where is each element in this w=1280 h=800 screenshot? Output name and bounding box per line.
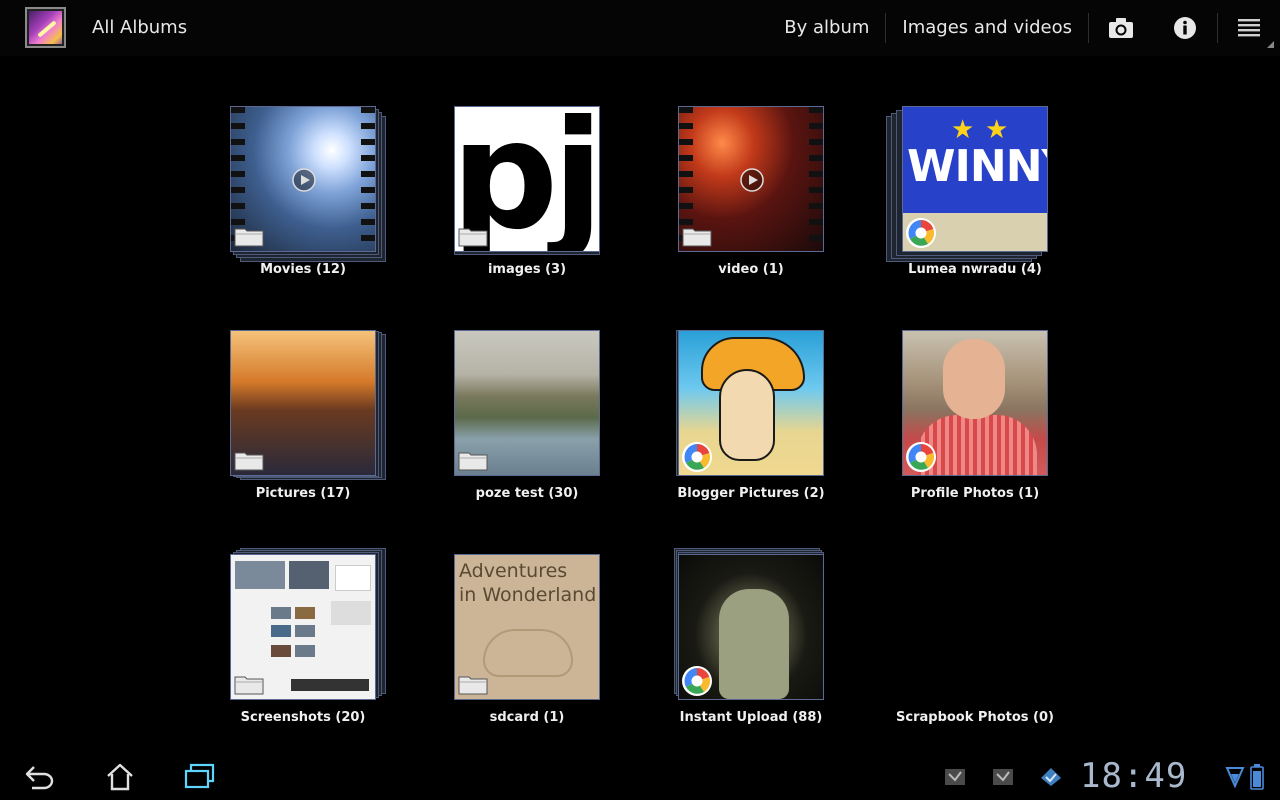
camera-button[interactable] xyxy=(1089,0,1153,56)
album-label: Lumea nwradu (4) xyxy=(908,262,1042,277)
album-thumbnail xyxy=(902,330,1048,476)
album-stack xyxy=(230,106,386,262)
download-tray-icon xyxy=(945,769,965,785)
picasa-icon xyxy=(906,218,936,248)
action-bar: All Albums By album Images and videos xyxy=(0,0,1280,56)
album-thumbnail xyxy=(678,330,824,476)
album-profile-photos[interactable]: Profile Photos (1) xyxy=(872,330,1072,520)
back-button[interactable] xyxy=(10,756,70,798)
album-label: Blogger Pictures (2) xyxy=(677,486,825,501)
album-sdcard[interactable]: Adventures in Wonderland sdcard (1) xyxy=(424,554,624,744)
folder-icon xyxy=(458,228,488,247)
gallery-icon[interactable] xyxy=(25,7,66,48)
album-label: Pictures (17) xyxy=(255,486,351,501)
album-scrapbook-photos[interactable]: Scrapbook Photos (0) xyxy=(872,554,1072,744)
album-stack xyxy=(454,330,604,480)
sync-status[interactable] xyxy=(1036,762,1066,792)
sync-icon xyxy=(1041,768,1061,786)
album-label: images (3) xyxy=(487,262,567,277)
album-thumbnail xyxy=(678,554,824,700)
album-lumea-nwradu[interactable]: ★ ★ WINNY Lumea nwradu (4) xyxy=(872,106,1072,296)
album-images[interactable]: pj images (3) xyxy=(424,106,624,296)
status-clock[interactable]: 18:49 xyxy=(1080,756,1187,796)
folder-icon xyxy=(458,676,488,695)
info-button[interactable] xyxy=(1153,0,1217,56)
album-stack: pj xyxy=(454,106,604,256)
menu-icon xyxy=(1238,19,1260,37)
album-label: Movies (12) xyxy=(260,262,346,277)
camera-icon xyxy=(1109,18,1133,38)
album-instant-upload[interactable]: Instant Upload (88) xyxy=(648,548,848,744)
action-bar-actions: By album Images and videos xyxy=(768,0,1280,56)
album-thumbnail xyxy=(678,106,824,252)
overflow-menu-button[interactable] xyxy=(1218,0,1280,56)
menu-corner-indicator xyxy=(1267,41,1274,48)
battery-status[interactable] xyxy=(1242,762,1272,792)
album-screenshots[interactable]: Screenshots (20) xyxy=(200,548,400,744)
home-button[interactable] xyxy=(90,756,150,798)
folder-icon xyxy=(234,676,264,695)
play-icon xyxy=(292,168,316,192)
by-album-button[interactable]: By album xyxy=(768,14,885,42)
album-thumbnail: pj xyxy=(454,106,600,252)
album-thumbnail: Adventures in Wonderland xyxy=(454,554,600,700)
battery-icon xyxy=(1250,764,1264,790)
album-thumbnail xyxy=(230,554,376,700)
album-stack xyxy=(230,330,386,480)
album-stack xyxy=(230,548,386,704)
home-icon xyxy=(107,763,133,791)
recent-apps-button[interactable] xyxy=(170,756,230,798)
album-blogger-pictures[interactable]: Blogger Pictures (2) xyxy=(648,330,848,520)
album-stack: Adventures in Wonderland xyxy=(454,554,604,704)
album-thumbnail xyxy=(454,330,600,476)
album-stack xyxy=(902,330,1052,480)
album-label: Profile Photos (1) xyxy=(910,486,1040,501)
media-filter-button[interactable]: Images and videos xyxy=(886,14,1088,42)
back-icon xyxy=(25,766,54,790)
folder-icon xyxy=(458,452,488,471)
info-icon xyxy=(1174,17,1196,39)
album-stack xyxy=(678,106,828,256)
page-title: All Albums xyxy=(92,17,188,38)
play-icon xyxy=(740,168,764,192)
album-label: video (1) xyxy=(718,262,784,277)
album-label: Instant Upload (88) xyxy=(679,710,823,725)
album-label: poze test (30) xyxy=(475,486,579,501)
album-stack xyxy=(676,330,828,480)
album-thumbnail xyxy=(230,106,376,252)
album-thumbnail: ★ ★ WINNY xyxy=(902,106,1048,252)
album-video[interactable]: video (1) xyxy=(648,106,848,296)
recent-apps-icon xyxy=(184,763,215,789)
album-label: Scrapbook Photos (0) xyxy=(896,710,1054,725)
album-poze-test[interactable]: poze test (30) xyxy=(424,330,624,520)
picasa-icon xyxy=(906,442,936,472)
download-tray-icon xyxy=(993,769,1013,785)
picasa-icon xyxy=(682,666,712,696)
album-label: sdcard (1) xyxy=(489,710,565,725)
folder-icon xyxy=(234,228,264,247)
album-pictures[interactable]: Pictures (17) xyxy=(200,330,400,520)
notification-icon[interactable] xyxy=(988,762,1018,792)
system-bar: 18:49 xyxy=(0,752,1280,800)
folder-icon xyxy=(682,228,712,247)
album-stack: ★ ★ WINNY xyxy=(886,106,1052,262)
album-stack xyxy=(674,548,828,704)
album-label: Screenshots (20) xyxy=(240,710,366,725)
album-movies[interactable]: Movies (12) xyxy=(200,106,400,296)
folder-icon xyxy=(234,452,264,471)
album-thumbnail xyxy=(230,330,376,476)
picasa-icon xyxy=(682,442,712,472)
notification-icon[interactable] xyxy=(940,762,970,792)
